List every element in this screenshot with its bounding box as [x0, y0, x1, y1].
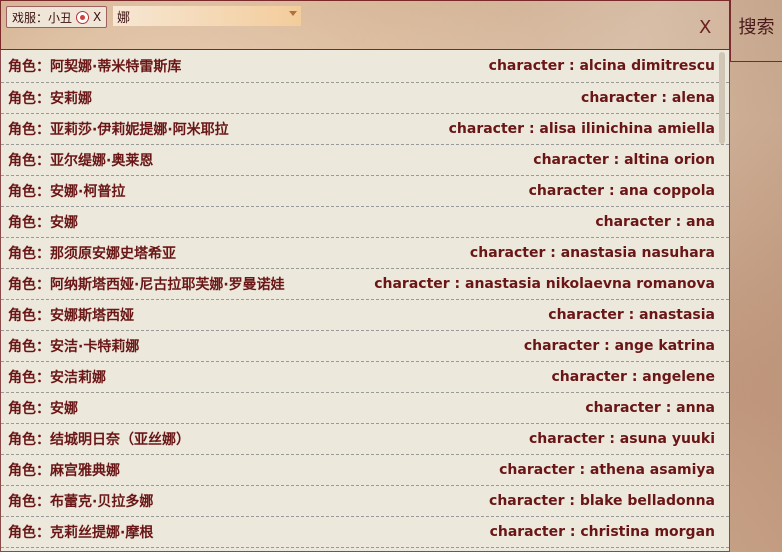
item-chinese-label: 角色：阿纳斯塔西娅·尼古拉耶芙娜·罗曼诺娃: [8, 277, 285, 293]
chevron-down-icon[interactable]: [289, 11, 297, 16]
filter-tag[interactable]: 戏服：小丑 X: [6, 6, 108, 28]
list-item[interactable]: 角色：亚莉莎·伊莉妮提娜·阿米耶拉 character : alisa ilini…: [1, 114, 729, 145]
list-item[interactable]: 角色：安洁·卡特莉娜 character : ange katrina: [1, 331, 729, 362]
item-english-label: character : ana: [595, 214, 715, 230]
search-input[interactable]: [113, 6, 301, 26]
item-chinese-label: 角色：布蕾克·贝拉多娜: [8, 494, 154, 510]
item-chinese-label: 角色：安娜斯塔西娅: [8, 308, 134, 324]
search-bar: 戏服：小丑 X X: [0, 0, 730, 50]
item-chinese-label: 角色：阿契娜·蒂米特雷斯库: [8, 59, 182, 75]
item-chinese-label: 角色：安娜·柯普拉: [8, 184, 126, 200]
item-english-label: character : anastasia nikolaevna romanov…: [374, 276, 715, 292]
list-item[interactable]: 角色：安娜 character : ana: [1, 207, 729, 238]
item-chinese-label: 角色：克莉丝提娜·摩根: [8, 525, 154, 541]
item-chinese-label: 角色：结城明日奈（亚丝娜）: [8, 432, 190, 448]
tag-remove-button[interactable]: X: [93, 10, 101, 24]
list-item[interactable]: 角色：克莉丝提娜·摩根 character : christina morgan: [1, 517, 729, 548]
item-english-label: character : athena asamiya: [499, 462, 715, 478]
item-english-label: character : anna: [585, 400, 715, 416]
item-chinese-label: 角色：安娜: [8, 401, 78, 417]
scrollbar[interactable]: [719, 52, 725, 144]
list-item[interactable]: 角色：布蕾克·贝拉多娜 character : blake belladonna: [1, 486, 729, 517]
list-item[interactable]: 角色：那须原安娜史塔希亚 character : anastasia nasuha…: [1, 238, 729, 269]
clown-icon: [76, 10, 90, 24]
item-chinese-label: 角色：安莉娜: [8, 91, 92, 107]
search-button[interactable]: 搜索: [730, 0, 782, 62]
item-chinese-label: 角色：安洁莉娜: [8, 370, 106, 386]
item-chinese-label: 角色：那须原安娜史塔希亚: [8, 246, 176, 262]
list-item[interactable]: 角色：安莉娜 character : alena: [1, 83, 729, 114]
list-item[interactable]: 角色：结城明日奈（亚丝娜） character : asuna yuuki: [1, 424, 729, 455]
list-item[interactable]: 角色：阿契娜·蒂米特雷斯库 character : alcina dimitres…: [1, 50, 729, 83]
item-english-label: character : ana coppola: [528, 183, 715, 199]
item-chinese-label: 角色：亚尔缇娜·奥莱恩: [8, 153, 154, 169]
list-item[interactable]: 角色：安娜 character : anna: [1, 393, 729, 424]
list-item[interactable]: 角色：阿纳斯塔西娅·尼古拉耶芙娜·罗曼诺娃 character : anastas…: [1, 269, 729, 300]
item-english-label: character : altina orion: [533, 152, 715, 168]
item-english-label: character : alisa ilinichina amiella: [448, 121, 715, 137]
suggestion-list: 角色：阿契娜·蒂米特雷斯库 character : alcina dimitres…: [0, 50, 730, 552]
item-english-label: character : alcina dimitrescu: [488, 58, 715, 74]
item-chinese-label: 角色：麻宫雅典娜: [8, 463, 120, 479]
item-chinese-label: 角色：安洁·卡特莉娜: [8, 339, 140, 355]
item-english-label: character : angelene: [551, 369, 716, 385]
item-english-label: character : asuna yuuki: [528, 431, 715, 447]
list-item[interactable]: 角色：安娜·柯普拉 character : ana coppola: [1, 176, 729, 207]
item-english-label: character : alena: [581, 90, 715, 106]
item-english-label: character : anastasia: [548, 307, 715, 323]
clear-button[interactable]: X: [699, 17, 711, 38]
item-english-label: character : blake belladonna: [489, 493, 715, 509]
item-english-label: character : christina morgan: [489, 524, 715, 540]
list-item[interactable]: 角色：麻宫雅典娜 character : athena asamiya: [1, 455, 729, 486]
item-chinese-label: 角色：安娜: [8, 215, 78, 231]
list-item[interactable]: 角色：亚尔缇娜·奥莱恩 character : altina orion: [1, 145, 729, 176]
item-english-label: character : ange katrina: [523, 338, 715, 354]
item-chinese-label: 角色：亚莉莎·伊莉妮提娜·阿米耶拉: [8, 122, 229, 138]
list-item[interactable]: 角色：安洁莉娜 character : angelene: [1, 362, 729, 393]
tag-label: 戏服：小丑: [12, 10, 73, 25]
item-english-label: character : anastasia nasuhara: [469, 245, 715, 261]
list-item[interactable]: 角色：安娜斯塔西娅 character : anastasia: [1, 300, 729, 331]
